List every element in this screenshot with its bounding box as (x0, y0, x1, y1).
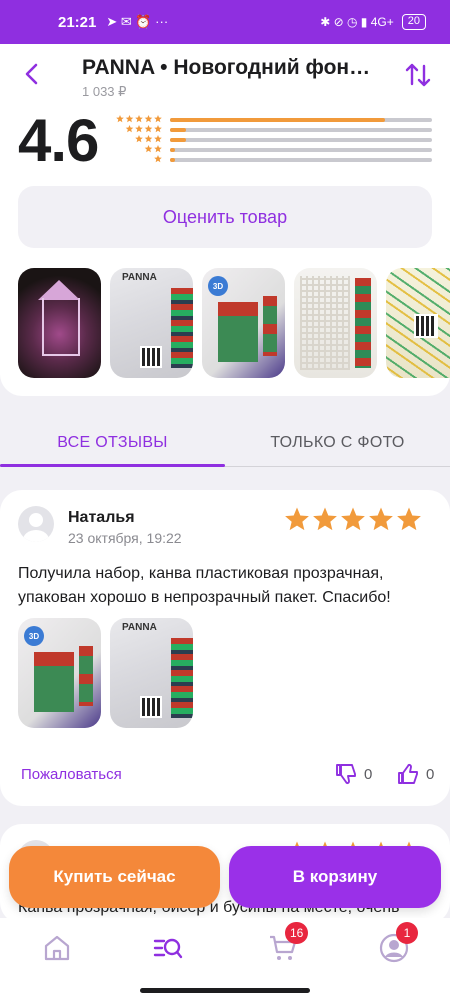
review-text: Получила набор, канва пластиковая прозра… (18, 565, 391, 606)
average-rating: 4.6 (18, 107, 99, 174)
battery-icon: 20 (401, 14, 426, 30)
rating-bar-4 (170, 128, 432, 132)
catalog-search-icon[interactable] (152, 932, 184, 964)
small-star-icon (135, 135, 143, 143)
review-date: 23 октября, 19:22 (68, 530, 182, 546)
small-star-icon (135, 115, 143, 123)
product-summary-card: PANNA • Новогодний фон… 1 033 ₽ 4.6 Оцен… (0, 44, 450, 396)
dislike-count: 0 (364, 765, 373, 783)
tab-photo-only[interactable]: ТОЛЬКО С ФОТО (225, 418, 450, 468)
profile-badge: 1 (396, 922, 418, 944)
profile-nav-item[interactable]: 1 (378, 922, 418, 964)
review-photo[interactable] (386, 268, 450, 378)
reviews-tabs: ВСЕ ОТЗЫВЫ ТОЛЬКО С ФОТО (0, 418, 450, 468)
status-time: 21:21 (58, 13, 97, 31)
review-photo[interactable]: PANNA (110, 618, 193, 728)
rating-bar-2 (170, 148, 432, 152)
buy-now-button[interactable]: Купить сейчас (9, 846, 220, 908)
small-star-icon (154, 115, 162, 123)
status-notification-icons: ➤ ✉ ⏰ ··· (106, 14, 169, 29)
small-star-icon (154, 135, 162, 143)
rate-product-button[interactable]: Оценить товар (18, 186, 432, 248)
small-star-icon (125, 115, 134, 123)
small-star-icon (154, 145, 162, 153)
review-attached-photos: 3D PANNA (18, 618, 193, 728)
panna-logo: PANNA (122, 622, 157, 633)
avatar (18, 506, 54, 542)
rating-stars-icon (116, 115, 162, 163)
review-photo[interactable]: PANNA (110, 268, 193, 378)
small-star-icon (135, 125, 143, 133)
star-icon (313, 507, 337, 531)
like-button[interactable]: 0 (396, 762, 434, 786)
small-star-icon (144, 135, 153, 143)
small-star-icon (125, 125, 134, 133)
home-icon[interactable] (41, 932, 73, 964)
star-icon (369, 507, 393, 531)
tab-all-reviews[interactable]: ВСЕ ОТЗЫВЫ (0, 418, 225, 468)
review-photos-strip[interactable]: PANNA 3D (18, 268, 450, 380)
star-icon (397, 507, 421, 531)
review-stars (284, 506, 422, 532)
small-star-icon (116, 115, 124, 123)
cart-badge: 16 (285, 922, 309, 944)
small-star-icon (154, 155, 162, 163)
complain-link[interactable]: Пожаловаться (21, 766, 122, 783)
small-star-icon (144, 115, 153, 123)
rating-bar-3 (170, 138, 432, 142)
review-card: Наталья 23 октября, 19:22 Получила набор… (0, 490, 450, 806)
sort-icon[interactable] (404, 62, 432, 88)
status-system-icons: ✱ ⊘ ◷ ▮ 4G+ (320, 15, 394, 29)
star-icon (285, 507, 309, 531)
dislike-button[interactable]: 0 (334, 762, 372, 786)
active-tab-indicator (0, 464, 225, 467)
page-title: PANNA • Новогодний фон… (82, 56, 371, 79)
small-star-icon (154, 125, 162, 133)
home-indicator (140, 988, 310, 993)
rating-bar-1 (170, 158, 432, 162)
small-star-icon (144, 145, 153, 153)
review-photo[interactable] (18, 268, 101, 378)
add-to-cart-button[interactable]: В корзину (229, 846, 441, 908)
reviewer-name: Наталья (68, 509, 135, 526)
back-arrow-icon[interactable] (20, 62, 44, 86)
product-price: 1 033 ₽ (82, 84, 127, 99)
star-icon (341, 507, 365, 531)
review-photo[interactable]: 3D (18, 618, 101, 728)
cart-nav-item[interactable]: 16 (267, 922, 309, 964)
review-photo[interactable]: 3D (202, 268, 285, 378)
rating-bar-5 (170, 118, 432, 122)
thumb-down-icon (336, 764, 356, 785)
small-star-icon (144, 125, 153, 133)
like-count: 0 (426, 765, 435, 783)
panna-logo: PANNA (122, 272, 157, 283)
thumb-up-icon (398, 763, 418, 784)
status-bar: 21:21 ➤ ✉ ⏰ ··· ✱ ⊘ ◷ ▮ 4G+ 20 (0, 0, 450, 44)
review-photo[interactable] (294, 268, 377, 378)
rating-distribution (170, 118, 432, 168)
